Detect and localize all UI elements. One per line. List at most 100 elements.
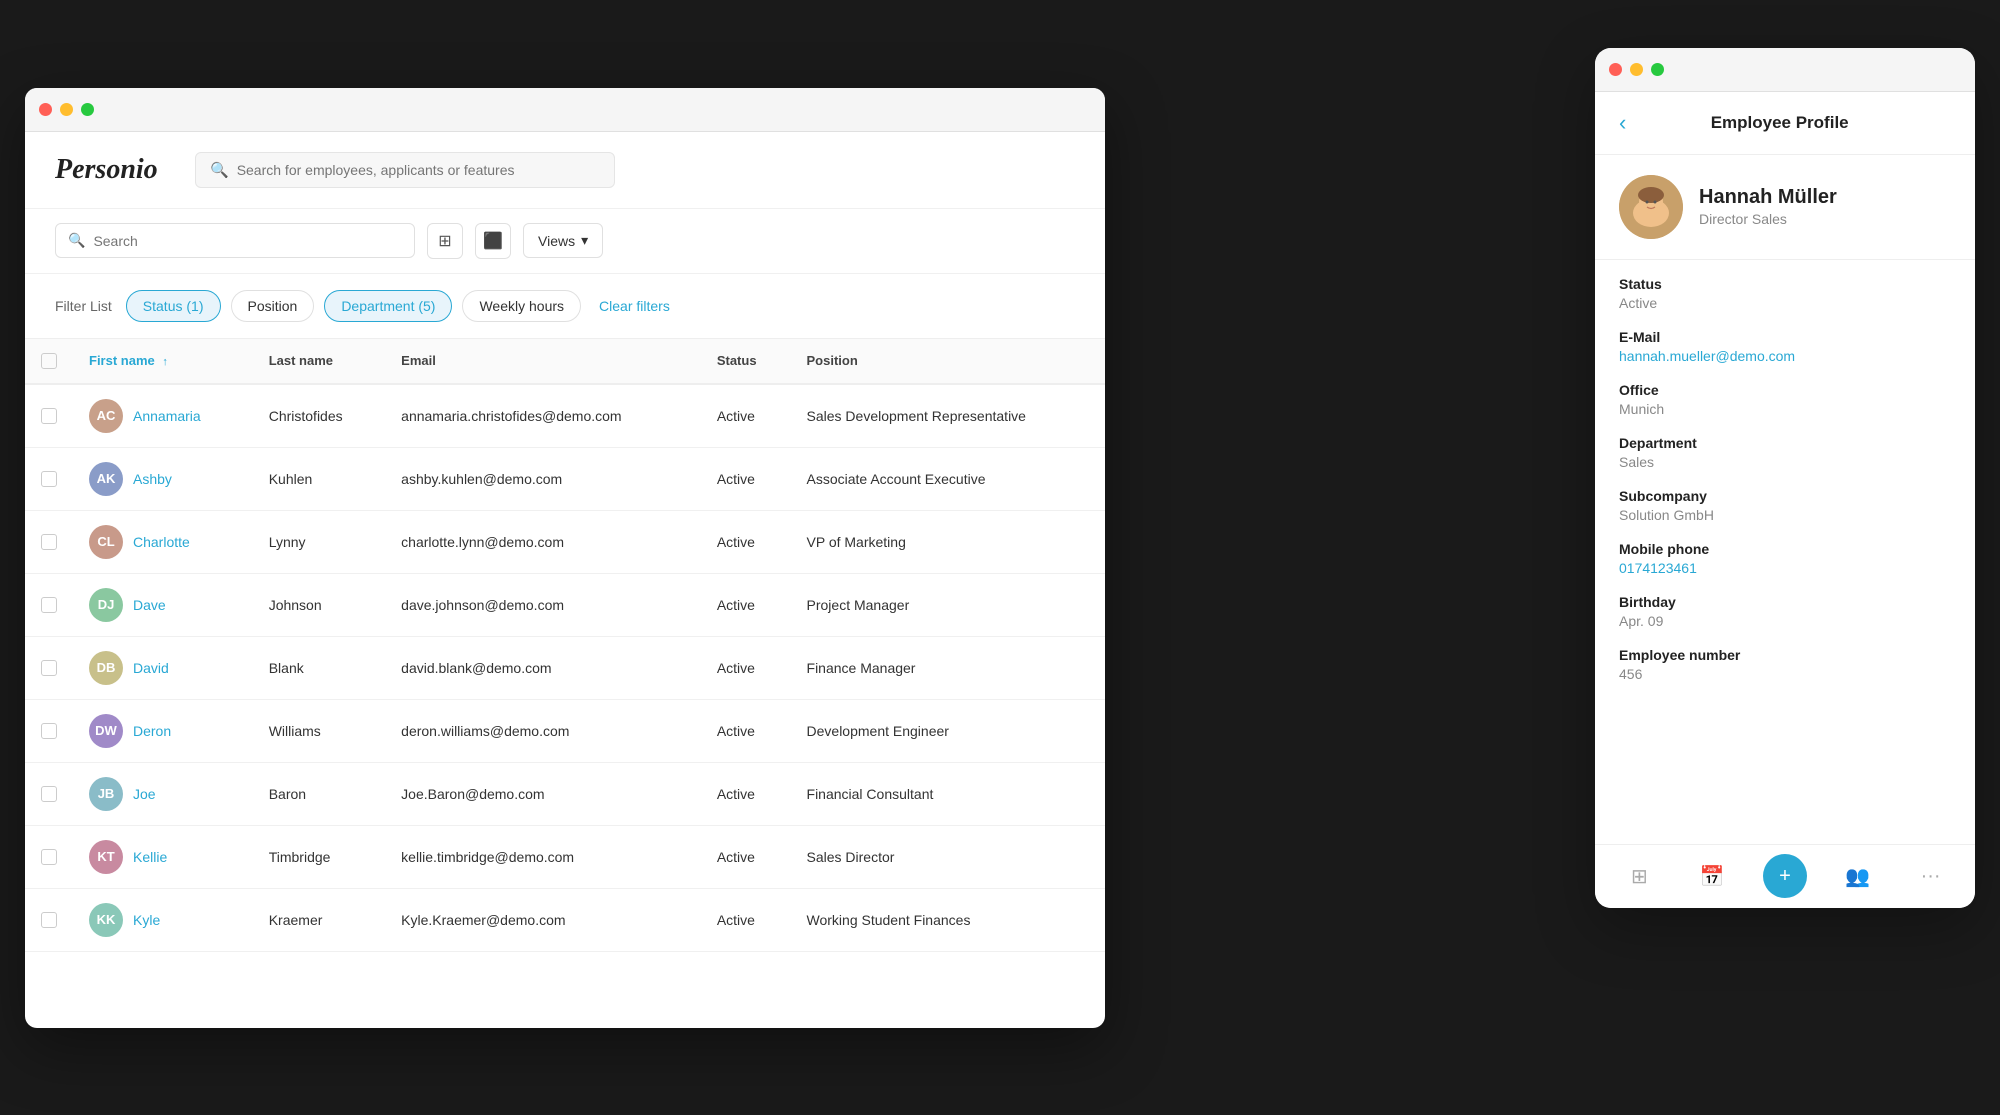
row-first-name-cell: KT Kellie (73, 825, 253, 888)
nav-calendar-button[interactable]: 📅 (1690, 854, 1734, 898)
employee-avatar: CL (89, 525, 123, 559)
clear-filters-button[interactable]: Clear filters (591, 291, 678, 321)
employee-search-input[interactable] (93, 233, 402, 249)
row-checkbox-cell[interactable] (25, 699, 73, 762)
select-all-checkbox[interactable] (41, 353, 57, 369)
row-checkbox-cell[interactable] (25, 762, 73, 825)
profile-field-value: Munich (1619, 401, 1951, 417)
table-row: DW Deron Williams deron.williams@demo.co… (25, 699, 1105, 762)
col-header-email[interactable]: Email (385, 339, 701, 384)
employee-name-link[interactable]: Dave (133, 597, 166, 613)
filter-chip-weekly-hours[interactable]: Weekly hours (462, 290, 581, 322)
back-button[interactable]: ‹ (1619, 112, 1626, 134)
row-checkbox[interactable] (41, 408, 57, 424)
profile-header: ‹ Employee Profile (1595, 92, 1975, 155)
minimize-button[interactable] (60, 103, 73, 116)
employee-name-link[interactable]: Joe (133, 786, 156, 802)
employee-avatar: JB (89, 777, 123, 811)
employee-name-link[interactable]: David (133, 660, 169, 676)
filter-chip-department[interactable]: Department (5) (324, 290, 452, 322)
row-checkbox-cell[interactable] (25, 510, 73, 573)
row-checkbox-cell[interactable] (25, 825, 73, 888)
employee-table: First name ↑ Last name Email Status Posi… (25, 339, 1105, 952)
sort-arrow-icon: ↑ (162, 356, 168, 368)
main-window: Personio 🔍 🔍 ⊞ ⬛ Views (25, 88, 1105, 1028)
row-checkbox[interactable] (41, 597, 57, 613)
profile-field-row: SubcompanySolution GmbH (1619, 488, 1951, 523)
employee-avatar: AK (89, 462, 123, 496)
profile-field-label: Employee number (1619, 647, 1951, 663)
profile-avatar (1619, 175, 1683, 239)
table-row: JB Joe Baron Joe.Baron@demo.com Active F… (25, 762, 1105, 825)
row-last-name-cell: Baron (253, 762, 385, 825)
profile-field-label: Subcompany (1619, 488, 1951, 504)
profile-field-row: DepartmentSales (1619, 435, 1951, 470)
filter-chip-status[interactable]: Status (1) (126, 290, 221, 322)
profile-bottom-nav: ⊞ 📅 + 👥 ··· (1595, 844, 1975, 908)
row-checkbox[interactable] (41, 912, 57, 928)
row-last-name-cell: Timbridge (253, 825, 385, 888)
row-email-cell: Kyle.Kraemer@demo.com (385, 888, 701, 951)
row-checkbox[interactable] (41, 849, 57, 865)
employee-name-link[interactable]: Kellie (133, 849, 167, 865)
employee-name-link[interactable]: Annamaria (133, 408, 201, 424)
profile-fields: StatusActiveE-Mailhannah.mueller@demo.co… (1595, 260, 1975, 716)
profile-field-label: Office (1619, 382, 1951, 398)
row-checkbox[interactable] (41, 786, 57, 802)
row-checkbox-cell[interactable] (25, 384, 73, 448)
row-checkbox-cell[interactable] (25, 636, 73, 699)
row-status-cell: Active (701, 888, 791, 951)
nav-add-button[interactable]: + (1763, 854, 1807, 898)
profile-field-row: Office Munich (1619, 382, 1951, 417)
row-checkbox[interactable] (41, 660, 57, 676)
employee-search-box[interactable]: 🔍 (55, 223, 415, 258)
row-checkbox[interactable] (41, 723, 57, 739)
row-first-name-cell: AC Annamaria (73, 384, 253, 448)
toolbar: 🔍 ⊞ ⬛ Views ▾ (25, 209, 1105, 274)
profile-field-value[interactable]: 0174123461 (1619, 560, 1951, 576)
close-button[interactable] (39, 103, 52, 116)
employee-name-link[interactable]: Charlotte (133, 534, 190, 550)
row-checkbox-cell[interactable] (25, 573, 73, 636)
window-titlebar (25, 88, 1105, 132)
nav-more-button[interactable]: ··· (1909, 854, 1953, 898)
row-first-name-cell: AK Ashby (73, 447, 253, 510)
employee-name-link[interactable]: Kyle (133, 912, 160, 928)
row-checkbox-cell[interactable] (25, 888, 73, 951)
employee-avatar: DJ (89, 588, 123, 622)
col-header-position[interactable]: Position (791, 339, 1105, 384)
nav-team-button[interactable]: 👥 (1836, 854, 1880, 898)
global-search-input[interactable] (237, 162, 600, 178)
col-header-last-name[interactable]: Last name (253, 339, 385, 384)
row-position-cell: Development Engineer (791, 699, 1105, 762)
col-header-first-name[interactable]: First name ↑ (73, 339, 253, 384)
row-status-cell: Active (701, 636, 791, 699)
employee-name-link[interactable]: Deron (133, 723, 171, 739)
row-position-cell: Project Manager (791, 573, 1105, 636)
row-first-name-cell: KK Kyle (73, 888, 253, 951)
views-label: Views (538, 233, 575, 249)
select-all-header[interactable] (25, 339, 73, 384)
row-position-cell: Finance Manager (791, 636, 1105, 699)
filter-list-label: Filter List (55, 298, 112, 314)
views-dropdown-button[interactable]: Views ▾ (523, 223, 603, 258)
filter-chip-position[interactable]: Position (231, 290, 315, 322)
global-search[interactable]: 🔍 (195, 152, 615, 188)
profile-close-button[interactable] (1609, 63, 1622, 76)
row-checkbox[interactable] (41, 534, 57, 550)
row-last-name-cell: Blank (253, 636, 385, 699)
profile-maximize-button[interactable] (1651, 63, 1664, 76)
profile-field-label: Status (1619, 276, 1951, 292)
col-header-status[interactable]: Status (701, 339, 791, 384)
row-email-cell: annamaria.christofides@demo.com (385, 384, 701, 448)
layout-button[interactable]: ⬛ (475, 223, 511, 259)
row-checkbox[interactable] (41, 471, 57, 487)
profile-field-value[interactable]: hannah.mueller@demo.com (1619, 348, 1951, 364)
profile-minimize-button[interactable] (1630, 63, 1643, 76)
employee-name-link[interactable]: Ashby (133, 471, 172, 487)
nav-grid-button[interactable]: ⊞ (1617, 854, 1661, 898)
row-checkbox-cell[interactable] (25, 447, 73, 510)
group-view-button[interactable]: ⊞ (427, 223, 463, 259)
maximize-button[interactable] (81, 103, 94, 116)
row-email-cell: dave.johnson@demo.com (385, 573, 701, 636)
